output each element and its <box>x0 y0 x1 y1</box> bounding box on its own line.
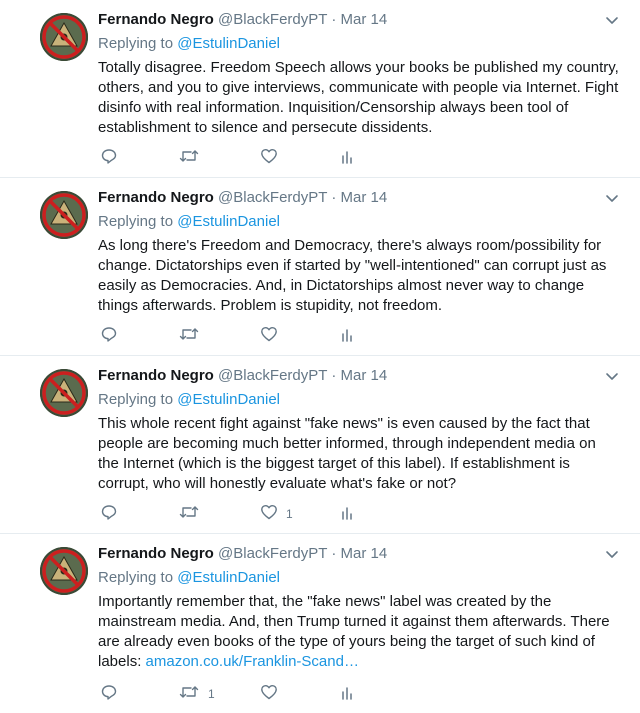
analytics-button[interactable] <box>338 326 356 346</box>
heart-icon <box>260 683 278 706</box>
retweet-icon <box>178 683 200 706</box>
tweet-date[interactable]: Mar 14 <box>341 545 388 562</box>
tweet-actions <box>98 148 398 168</box>
tweet-header: Fernando Negro @BlackFerdyPT · Mar 14 <box>98 10 620 30</box>
retweet-count: 1 <box>208 687 215 701</box>
replying-to-label: Replying to <box>98 213 174 230</box>
replying-to: Replying to @EstulinDaniel <box>98 568 620 588</box>
tweet-content: Fernando Negro @BlackFerdyPT · Mar 14 Re… <box>98 10 620 138</box>
tweet-actions: 1 <box>98 504 398 524</box>
replying-to-label: Replying to <box>98 569 174 586</box>
author-handle[interactable]: @BlackFerdyPT <box>218 367 327 384</box>
analytics-icon <box>338 147 356 170</box>
like-button[interactable] <box>260 684 286 704</box>
analytics-button[interactable] <box>338 148 356 168</box>
like-button[interactable] <box>260 326 286 346</box>
avatar[interactable] <box>40 191 88 239</box>
tweet-header: Fernando Negro @BlackFerdyPT · Mar 14 <box>98 188 620 208</box>
analytics-icon <box>338 325 356 348</box>
mention-link[interactable]: @EstulinDaniel <box>177 213 280 230</box>
retweet-button[interactable] <box>178 148 208 168</box>
reply-button[interactable] <box>100 504 118 524</box>
tweet-header: Fernando Negro @BlackFerdyPT · Mar 14 <box>98 366 620 386</box>
separator-dot: · <box>331 11 337 28</box>
retweet-icon <box>178 147 200 170</box>
retweet-icon <box>178 503 200 526</box>
tweet-header: Fernando Negro @BlackFerdyPT · Mar 14 <box>98 544 620 564</box>
separator-dot: · <box>331 367 337 384</box>
author-handle[interactable]: @BlackFerdyPT <box>218 545 327 562</box>
analytics-button[interactable] <box>338 684 356 704</box>
chevron-down-icon[interactable] <box>604 368 620 384</box>
tweet-content: Fernando Negro @BlackFerdyPT · Mar 14 Re… <box>98 544 620 672</box>
reply-icon <box>100 325 118 348</box>
reply-button[interactable] <box>100 148 118 168</box>
author-name[interactable]: Fernando Negro <box>98 189 214 206</box>
author-handle[interactable]: @BlackFerdyPT <box>218 11 327 28</box>
retweet-button[interactable]: 1 <box>178 684 215 704</box>
tweet-actions <box>98 326 398 346</box>
mention-link[interactable]: @EstulinDaniel <box>177 391 280 408</box>
heart-icon <box>260 325 278 348</box>
reply-icon <box>100 503 118 526</box>
tweet-body: Totally disagree. Freedom Speech allows … <box>98 59 619 136</box>
author-handle[interactable]: @BlackFerdyPT <box>218 189 327 206</box>
retweet-button[interactable] <box>178 504 208 524</box>
like-count: 1 <box>286 507 293 521</box>
reply-button[interactable] <box>100 326 118 346</box>
tweet-body: This whole recent fight against "fake ne… <box>98 415 596 492</box>
tweet-text: This whole recent fight against "fake ne… <box>98 414 620 494</box>
replying-to: Replying to @EstulinDaniel <box>98 390 620 410</box>
tweet[interactable]: Fernando Negro @BlackFerdyPT · Mar 14 Re… <box>0 356 640 534</box>
avatar[interactable] <box>40 13 88 61</box>
replying-to-label: Replying to <box>98 391 174 408</box>
tweet[interactable]: Fernando Negro @BlackFerdyPT · Mar 14 Re… <box>0 178 640 356</box>
tweet-date[interactable]: Mar 14 <box>341 367 388 384</box>
author-name[interactable]: Fernando Negro <box>98 11 214 28</box>
tweet-content: Fernando Negro @BlackFerdyPT · Mar 14 Re… <box>98 188 620 316</box>
analytics-icon <box>338 683 356 706</box>
tweet-content: Fernando Negro @BlackFerdyPT · Mar 14 Re… <box>98 366 620 494</box>
tweet-date[interactable]: Mar 14 <box>341 11 388 28</box>
mention-link[interactable]: @EstulinDaniel <box>177 35 280 52</box>
replying-to: Replying to @EstulinDaniel <box>98 34 620 54</box>
tweet-actions: 1 <box>98 684 398 704</box>
tweet[interactable]: Fernando Negro @BlackFerdyPT · Mar 14 Re… <box>0 534 640 713</box>
reply-icon <box>100 683 118 706</box>
mention-link[interactable]: @EstulinDaniel <box>177 569 280 586</box>
retweet-button[interactable] <box>178 326 208 346</box>
chevron-down-icon[interactable] <box>604 546 620 562</box>
analytics-button[interactable] <box>338 504 356 524</box>
retweet-icon <box>178 325 200 348</box>
reply-button[interactable] <box>100 684 118 704</box>
tweet-text: Totally disagree. Freedom Speech allows … <box>98 58 620 138</box>
tweet-date[interactable]: Mar 14 <box>341 189 388 206</box>
replying-to-label: Replying to <box>98 35 174 52</box>
like-button[interactable]: 1 <box>260 504 293 524</box>
heart-icon <box>260 503 278 526</box>
external-link[interactable]: amazon.co.uk/Franklin-Scand… <box>146 653 359 670</box>
avatar[interactable] <box>40 547 88 595</box>
chevron-down-icon[interactable] <box>604 190 620 206</box>
analytics-icon <box>338 503 356 526</box>
author-name[interactable]: Fernando Negro <box>98 545 214 562</box>
like-button[interactable] <box>260 148 286 168</box>
tweet-timeline: Fernando Negro @BlackFerdyPT · Mar 14 Re… <box>0 0 640 713</box>
replying-to: Replying to @EstulinDaniel <box>98 212 620 232</box>
separator-dot: · <box>331 545 337 562</box>
tweet-text: Importantly remember that, the "fake new… <box>98 592 620 672</box>
reply-icon <box>100 147 118 170</box>
chevron-down-icon[interactable] <box>604 12 620 28</box>
tweet-body: As long there's Freedom and Democracy, t… <box>98 237 607 314</box>
separator-dot: · <box>331 189 337 206</box>
tweet-text: As long there's Freedom and Democracy, t… <box>98 236 620 316</box>
tweet[interactable]: Fernando Negro @BlackFerdyPT · Mar 14 Re… <box>0 0 640 178</box>
heart-icon <box>260 147 278 170</box>
avatar[interactable] <box>40 369 88 417</box>
author-name[interactable]: Fernando Negro <box>98 367 214 384</box>
